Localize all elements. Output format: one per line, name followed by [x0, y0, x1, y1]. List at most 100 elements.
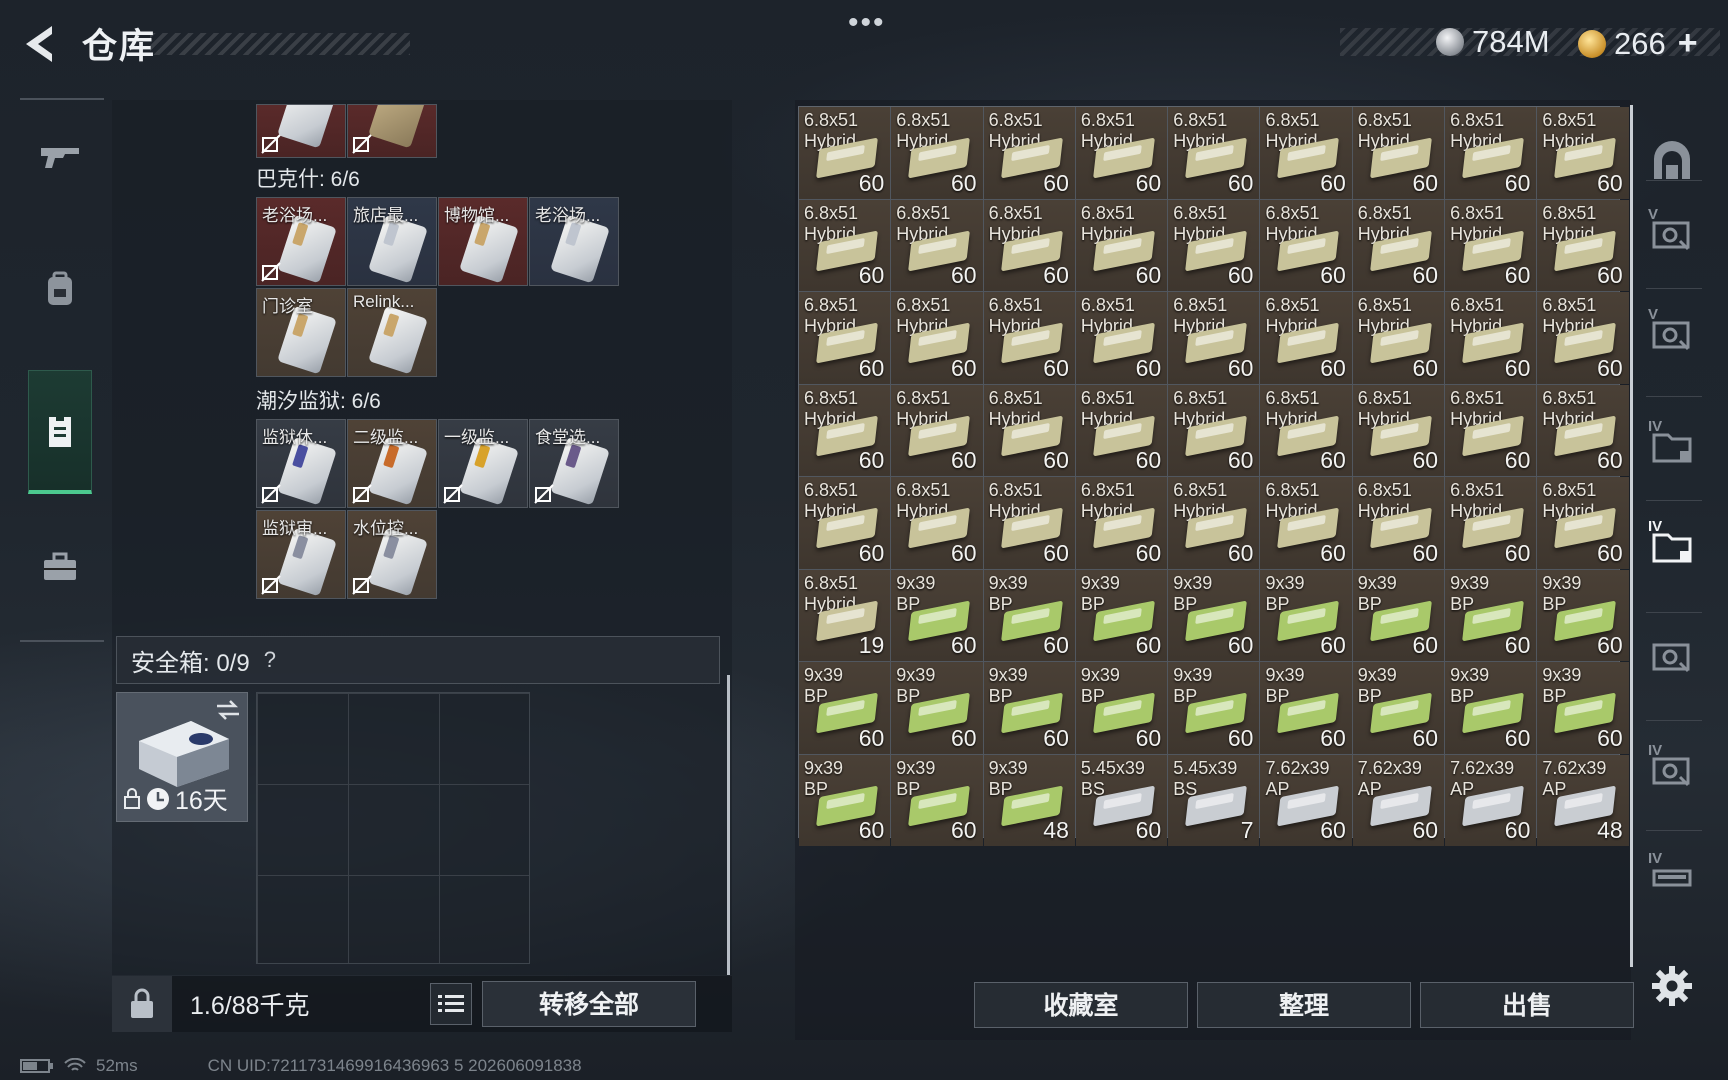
container-tab-8[interactable]: IV [1646, 850, 1698, 902]
ammo-cell[interactable]: 6.8x51 Hybrid 60 [1075, 477, 1168, 569]
ammo-cell[interactable]: 6.8x51 Hybrid 60 [1075, 107, 1168, 199]
ammo-cell[interactable]: 9x39 BP 60 [1075, 569, 1168, 661]
ammo-cell[interactable]: 6.8x51 Hybrid 60 [1168, 477, 1260, 569]
ammo-cell[interactable]: 7.62x39 AP 60 [1445, 754, 1537, 846]
ammo-cell[interactable]: 9x39 BP 60 [983, 569, 1075, 661]
ammo-cell[interactable]: 9x39 BP 60 [1075, 662, 1168, 754]
container-tab-2[interactable]: V [1646, 206, 1698, 258]
ammo-cell[interactable]: 6.8x51 Hybrid 60 [983, 292, 1075, 384]
storage-scrollbar[interactable] [1630, 105, 1633, 967]
ammo-cell[interactable]: 6.8x51 Hybrid 60 [1445, 292, 1537, 384]
nav-briefcase[interactable] [28, 512, 92, 622]
ammo-cell[interactable]: 6.8x51 Hybrid 60 [1260, 199, 1352, 291]
ammo-cell[interactable]: 6.8x51 Hybrid 60 [983, 107, 1075, 199]
ammo-cell[interactable]: 6.8x51 Hybrid 60 [1352, 107, 1445, 199]
ammo-cell[interactable]: 6.8x51 Hybrid 60 [1352, 384, 1445, 476]
key-item-partial[interactable] [256, 104, 346, 158]
safe-box-item[interactable]: 16天 [116, 692, 248, 822]
help-icon[interactable]: ? [264, 647, 276, 673]
ammo-cell[interactable]: 6.8x51 Hybrid 60 [1537, 477, 1629, 569]
ammo-cell[interactable]: 6.8x51 Hybrid 60 [891, 199, 983, 291]
container-tab-5[interactable]: IV [1646, 518, 1698, 570]
ammo-cell[interactable]: 6.8x51 Hybrid 60 [983, 477, 1075, 569]
ammo-cell[interactable]: 9x39 BP 60 [891, 754, 983, 846]
ammo-cell[interactable]: 7.62x39 AP 48 [1537, 754, 1629, 846]
ammo-cell[interactable]: 6.8x51 Hybrid 60 [1352, 477, 1445, 569]
ammo-cell[interactable]: 9x39 BP 60 [1168, 662, 1260, 754]
ammo-cell[interactable]: 7.62x39 AP 60 [1260, 754, 1352, 846]
key-item[interactable]: 博物馆... [438, 197, 528, 286]
ammo-cell[interactable]: 9x39 BP 60 [983, 662, 1075, 754]
swap-icon[interactable] [215, 699, 241, 721]
ammo-cell[interactable]: 6.8x51 Hybrid 60 [1445, 384, 1537, 476]
ammo-cell[interactable]: 6.8x51 Hybrid 60 [1260, 292, 1352, 384]
key-item[interactable]: 食堂选... [529, 419, 619, 508]
ammo-cell[interactable]: 9x39 BP 60 [1352, 662, 1445, 754]
ammo-cell[interactable]: 7.62x39 AP 60 [1352, 754, 1445, 846]
ammo-cell[interactable]: 9x39 BP 60 [1260, 662, 1352, 754]
ammo-cell[interactable]: 9x39 BP 60 [891, 662, 983, 754]
nav-weapon[interactable] [28, 102, 92, 212]
ammo-cell[interactable]: 6.8x51 Hybrid 60 [1260, 477, 1352, 569]
key-item[interactable]: 门诊室 [256, 288, 346, 377]
container-tab-4[interactable]: IV [1646, 418, 1698, 470]
key-item[interactable]: 二级监... [347, 419, 437, 508]
container-tab-1[interactable] [1646, 136, 1698, 186]
add-currency-button[interactable]: + [1678, 24, 1698, 63]
nav-vest[interactable] [28, 370, 92, 494]
ammo-cell[interactable]: 9x39 BP 60 [799, 662, 891, 754]
ammo-cell[interactable]: 9x39 BP 48 [983, 754, 1075, 846]
back-icon[interactable] [18, 22, 62, 66]
key-item[interactable]: 水位控... [347, 510, 437, 599]
ammo-cell[interactable]: 6.8x51 Hybrid 60 [1352, 199, 1445, 291]
ammo-cell[interactable]: 6.8x51 Hybrid 60 [799, 199, 891, 291]
ammo-cell[interactable]: 9x39 BP 60 [1445, 662, 1537, 754]
list-view-button[interactable] [430, 983, 472, 1025]
transfer-all-button[interactable]: 转移全部 [482, 981, 696, 1027]
ammo-cell[interactable]: 9x39 BP 60 [891, 569, 983, 661]
ammo-cell[interactable]: 9x39 BP 60 [1445, 569, 1537, 661]
key-item[interactable]: 监狱审... [256, 510, 346, 599]
ammo-cell[interactable]: 6.8x51 Hybrid 19 [799, 569, 891, 661]
ammo-cell[interactable]: 6.8x51 Hybrid 60 [891, 384, 983, 476]
ammo-cell[interactable]: 6.8x51 Hybrid 60 [983, 199, 1075, 291]
container-tab-3[interactable]: V [1646, 306, 1698, 358]
safe-box-slots[interactable] [256, 692, 530, 964]
ammo-cell[interactable]: 6.8x51 Hybrid 60 [1075, 384, 1168, 476]
sell-button[interactable]: 出售 [1420, 982, 1634, 1028]
ammo-cell[interactable]: 6.8x51 Hybrid 60 [1445, 107, 1537, 199]
key-item[interactable]: 老浴场... [529, 197, 619, 286]
ammo-cell[interactable]: 6.8x51 Hybrid 60 [799, 384, 891, 476]
ammo-cell[interactable]: 9x39 BP 60 [1537, 569, 1629, 661]
ammo-cell[interactable]: 6.8x51 Hybrid 60 [1445, 199, 1537, 291]
ammo-cell[interactable]: 5.45x39 BS 7 [1168, 754, 1260, 846]
ammo-cell[interactable]: 6.8x51 Hybrid 60 [1075, 199, 1168, 291]
collection-room-button[interactable]: 收藏室 [974, 982, 1188, 1028]
ammo-cell[interactable]: 6.8x51 Hybrid 60 [1260, 107, 1352, 199]
ammo-cell[interactable]: 6.8x51 Hybrid 60 [891, 477, 983, 569]
ammo-cell[interactable]: 6.8x51 Hybrid 60 [1168, 384, 1260, 476]
ammo-cell[interactable]: 5.45x39 BS 60 [1075, 754, 1168, 846]
ammo-cell[interactable]: 6.8x51 Hybrid 60 [983, 384, 1075, 476]
ammo-cell[interactable]: 6.8x51 Hybrid 60 [1168, 107, 1260, 199]
key-item[interactable]: 监狱休... [256, 419, 346, 508]
ammo-cell[interactable]: 6.8x51 Hybrid 60 [1168, 199, 1260, 291]
nav-backpack[interactable] [28, 234, 92, 344]
key-item-partial[interactable] [347, 104, 437, 158]
ammo-cell[interactable]: 6.8x51 Hybrid 60 [1260, 384, 1352, 476]
ammo-cell[interactable]: 6.8x51 Hybrid 60 [1537, 107, 1629, 199]
ammo-cell[interactable]: 6.8x51 Hybrid 60 [1537, 199, 1629, 291]
ammo-cell[interactable]: 6.8x51 Hybrid 60 [891, 292, 983, 384]
key-item[interactable]: 一级监... [438, 419, 528, 508]
ammo-cell[interactable]: 9x39 BP 60 [1352, 569, 1445, 661]
lock-button[interactable] [112, 976, 172, 1032]
container-tab-6[interactable] [1646, 630, 1698, 680]
ammo-cell[interactable]: 6.8x51 Hybrid 60 [1168, 292, 1260, 384]
ammo-cell[interactable]: 6.8x51 Hybrid 60 [799, 107, 891, 199]
key-item[interactable]: 老浴场... [256, 197, 346, 286]
more-menu-icon[interactable]: ••• [848, 6, 886, 40]
ammo-cell[interactable]: 6.8x51 Hybrid 60 [1537, 292, 1629, 384]
gear-icon[interactable] [1650, 964, 1694, 1008]
ammo-cell[interactable]: 9x39 BP 60 [799, 754, 891, 846]
ammo-cell[interactable]: 6.8x51 Hybrid 60 [1537, 384, 1629, 476]
